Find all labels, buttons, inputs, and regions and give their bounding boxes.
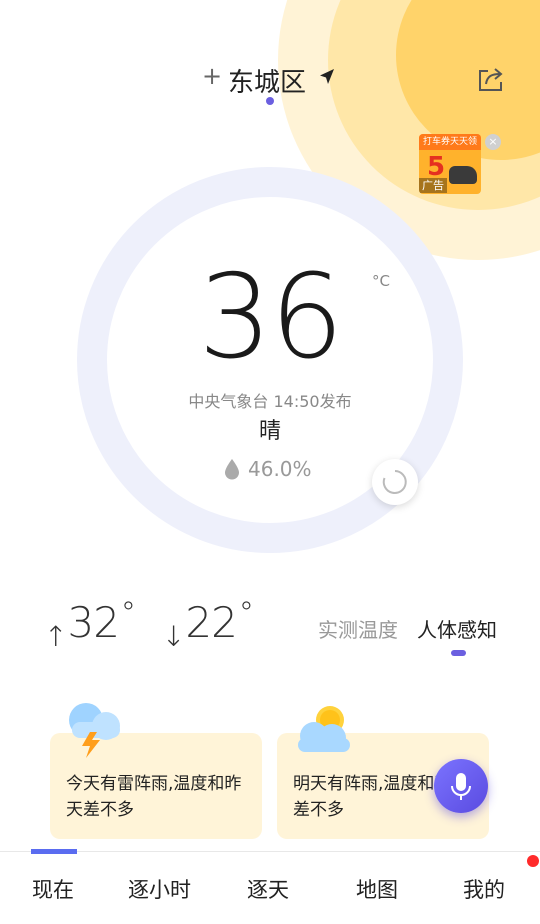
nav-hourly[interactable]: 逐小时 — [128, 874, 191, 904]
water-drop-icon — [225, 459, 239, 480]
publish-info: 中央气象台 14:50发布 — [188, 392, 352, 411]
low-temperature: 22 — [185, 598, 237, 647]
humidity: 46.0% — [224, 456, 312, 482]
add-city-button[interactable]: + — [202, 62, 222, 90]
share-icon[interactable] — [476, 64, 506, 94]
voice-assistant-button[interactable] — [434, 759, 488, 813]
degree-mark: ° — [238, 596, 254, 631]
down-arrow-icon: ↓ — [161, 620, 186, 653]
ad-title: 打车券天天领 — [419, 134, 481, 150]
ad-close-button[interactable]: × — [485, 134, 501, 150]
tab-measured-temperature[interactable]: 实测温度 — [318, 614, 398, 643]
notification-badge — [527, 855, 539, 867]
temperature-range: ↑ 32 ° ↓ 22 ° — [44, 596, 254, 654]
nav-active-indicator — [31, 849, 77, 854]
location-arrow-icon — [320, 69, 334, 84]
microphone-icon — [451, 773, 471, 800]
nav-map[interactable]: 地图 — [356, 874, 398, 904]
today-forecast-text: 今天有雷阵雨,温度和昨天差不多 — [66, 774, 242, 820]
temperature-unit: °C — [372, 272, 390, 290]
high-temperature: 32 — [67, 598, 119, 647]
nav-now[interactable]: 现在 — [32, 874, 74, 904]
current-temperature: 36 — [198, 250, 344, 385]
partly-cloudy-icon — [298, 706, 350, 752]
thunderstorm-icon — [69, 703, 120, 758]
city-name[interactable]: 东城区 — [228, 62, 306, 99]
refresh-button[interactable] — [372, 459, 418, 505]
header: + 东城区 — [0, 60, 540, 105]
refresh-icon — [382, 470, 407, 494]
up-arrow-icon: ↑ — [44, 620, 68, 653]
bottom-navigation: 现在 逐小时 逐天 地图 我的 — [0, 849, 540, 924]
tab-feels-like[interactable]: 人体感知 — [417, 614, 497, 643]
humidity-value: 46.0% — [248, 457, 312, 481]
degree-mark: ° — [120, 596, 136, 631]
nav-mine[interactable]: 我的 — [463, 874, 505, 904]
tab-indicator — [451, 650, 466, 656]
page-indicator-dot — [266, 97, 274, 105]
weather-condition: 晴 — [258, 419, 281, 444]
nav-daily[interactable]: 逐天 — [247, 874, 289, 904]
